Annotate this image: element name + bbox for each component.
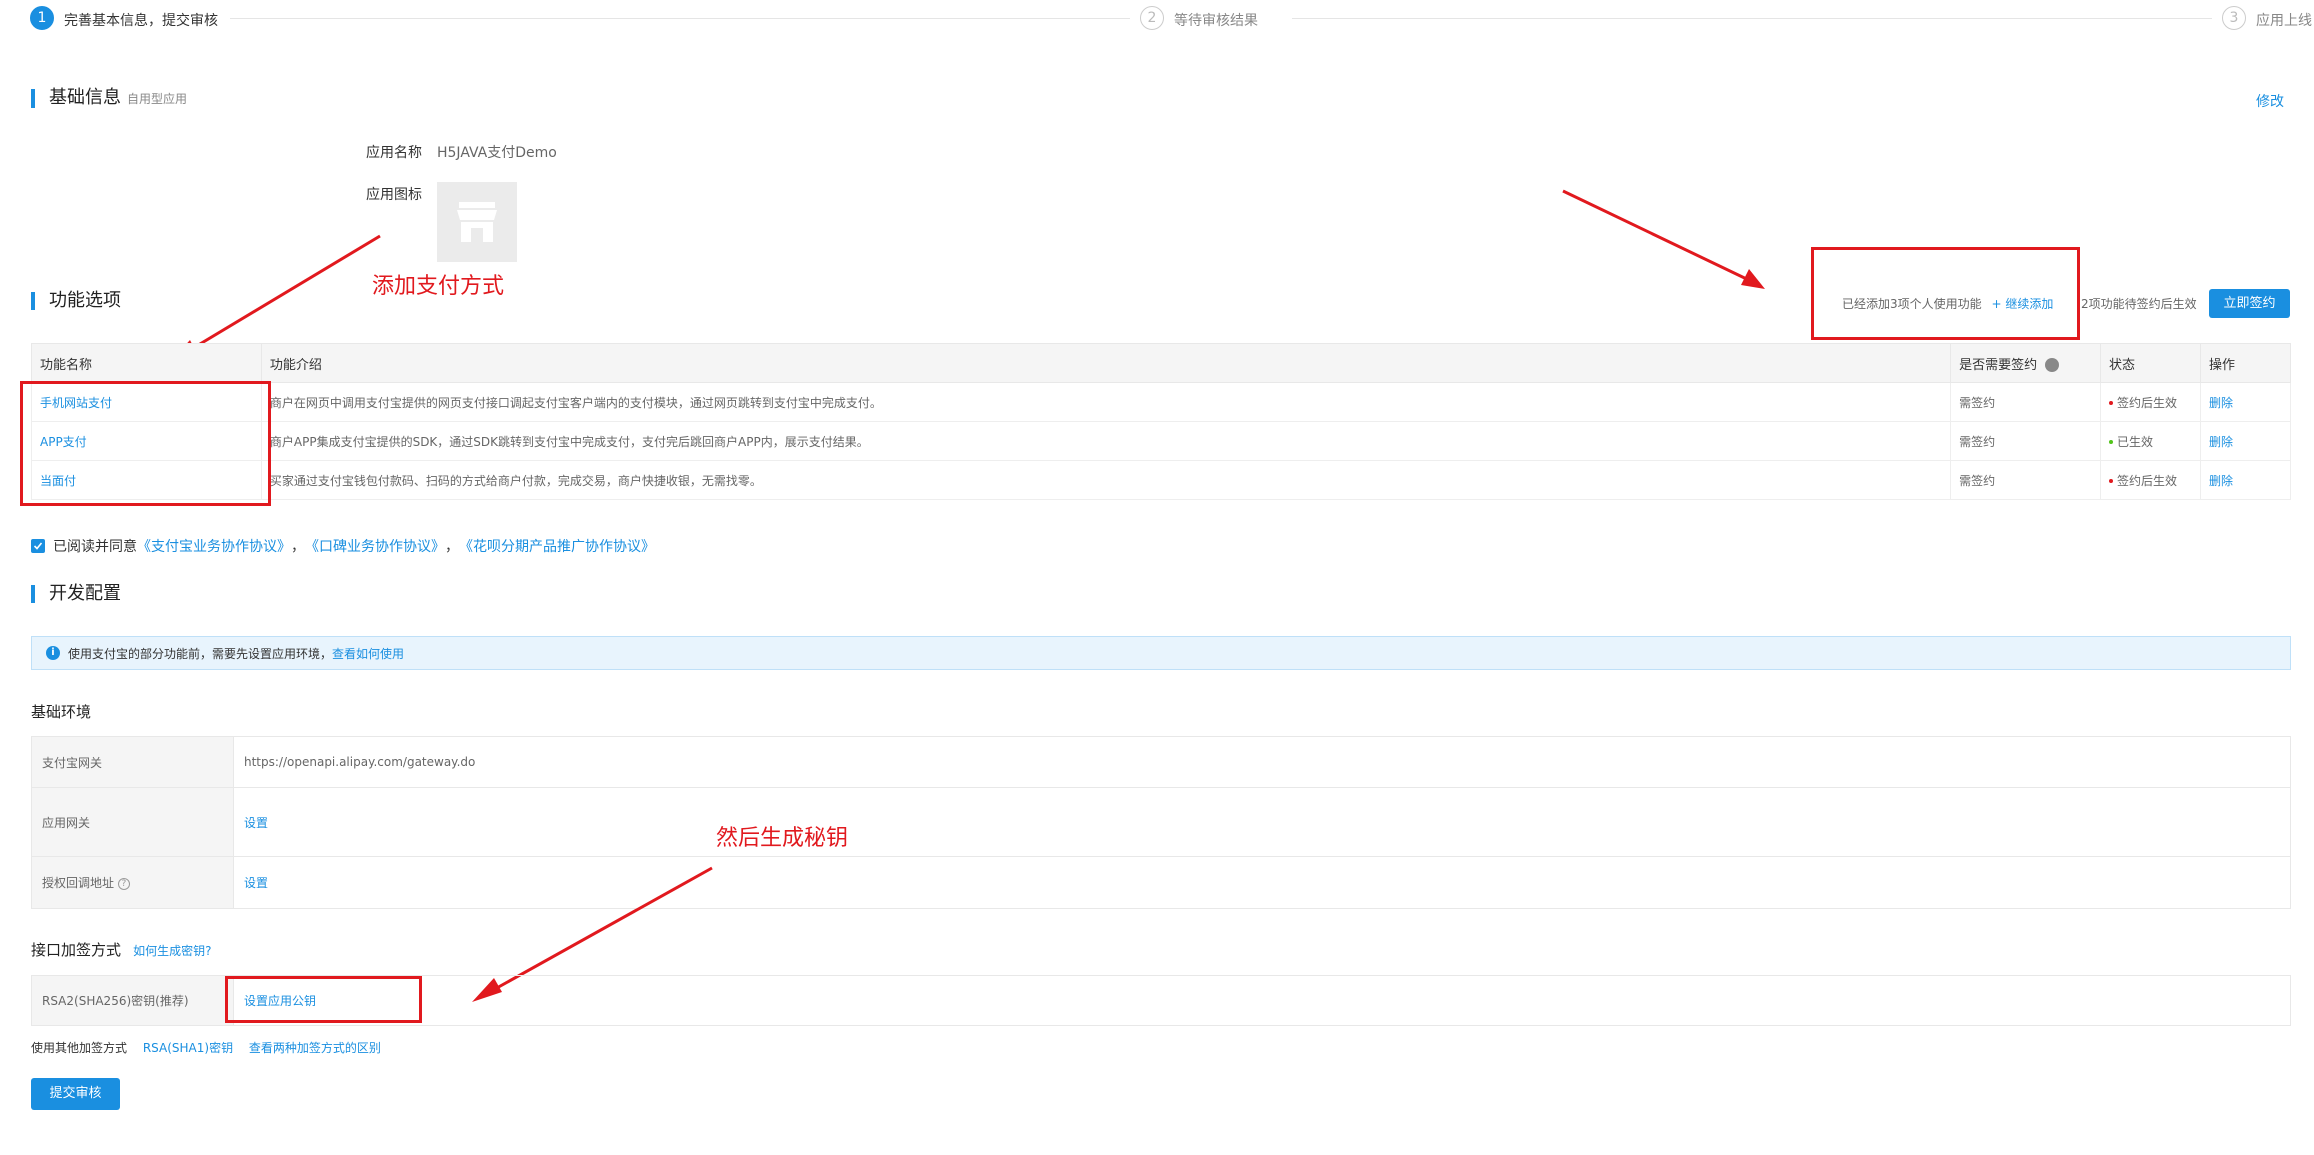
col-header-desc: 功能介绍 (260, 343, 1952, 383)
status-text: 签约后生效 (2117, 473, 2178, 488)
step-connector (1292, 18, 2212, 19)
sign-method-header: 接口加签方式 如何生成密钥? (31, 939, 212, 960)
function-desc: 买家通过支付宝钱包付款码、扫码的方式给商户付款，完成交易，商户快捷收银，无需找零… (260, 460, 1952, 500)
table-row: 应用网关 设置 (31, 787, 2291, 857)
env-key: 授权回调地址 (42, 876, 115, 890)
function-options-title: 功能选项 (31, 292, 121, 310)
agree-checkbox[interactable] (31, 539, 45, 553)
function-desc: 商户APP集成支付宝提供的SDK，通过SDK跳转到支付宝中完成支付，支付完后跳回… (260, 421, 1952, 461)
alipay-agreement-link[interactable]: 《支付宝业务协作协议》 (137, 536, 291, 556)
table-row: 授权回调地址 ? 设置 (31, 856, 2291, 909)
edit-link[interactable]: 修改 (2256, 91, 2284, 111)
status-dot-icon (2109, 440, 2114, 444)
function-desc: 商户在网页中调用支付宝提供的网页支付接口调起支付宝客户端内的支付模块，通过网页跳… (260, 382, 1952, 422)
sign-required: 需签约 (1950, 421, 2102, 461)
rsa-sha1-link[interactable]: RSA(SHA1)密钥 (143, 1041, 233, 1055)
store-icon (457, 202, 497, 242)
continue-add-link[interactable]: + 继续添加 (1991, 297, 2053, 311)
table-row: APP支付 商户APP集成支付宝提供的SDK，通过SDK跳转到支付宝中完成支付，… (31, 421, 2291, 461)
sign-key: RSA2(SHA256)密钥(推荐) (31, 975, 234, 1026)
app-type-subtitle: 自用型应用 (127, 92, 188, 106)
annotation-arrow-icon (1562, 189, 1765, 289)
sign-required: 需签约 (1950, 460, 2102, 500)
step-1-number: 1 (30, 6, 54, 30)
annotation-highlight-box (1811, 247, 2080, 340)
step-3-number: 3 (2222, 6, 2246, 30)
how-to-use-link[interactable]: 查看如何使用 (332, 645, 404, 662)
status-text: 已生效 (2117, 434, 2154, 449)
check-icon (33, 542, 43, 550)
env-table: 支付宝网关 https://openapi.alipay.com/gateway… (31, 736, 2291, 909)
separator: ， (291, 539, 305, 555)
step-2-number: 2 (1140, 6, 1164, 30)
table-header-row: 功能名称 功能介绍 是否需要签约 状态 操作 (31, 343, 2291, 383)
added-count-text: 已经添加3项个人使用功能 (1842, 297, 1982, 311)
gateway-url: https://openapi.alipay.com/gateway.do (233, 736, 2291, 788)
basic-info-title: 基础信息 自用型应用 (31, 89, 187, 108)
env-title: 基础环境 (31, 703, 92, 721)
question-icon[interactable]: ? (117, 877, 130, 890)
env-key-with-help: 授权回调地址 ? (31, 856, 234, 909)
status-cell: 已生效 (2100, 421, 2202, 461)
step-1-label: 完善基本信息，提交审核 (64, 13, 218, 29)
callback-set-link[interactable]: 设置 (244, 876, 268, 890)
sign-now-button[interactable]: 立即签约 (2209, 289, 2290, 318)
separator: ， (445, 539, 459, 555)
step-3-label: 应用上线 (2256, 13, 2312, 29)
env-key: 应用网关 (31, 787, 234, 857)
table-row: 支付宝网关 https://openapi.alipay.com/gateway… (31, 736, 2291, 788)
other-sign-label: 使用其他加签方式 (31, 1041, 128, 1055)
dev-config-title: 开发配置 (31, 585, 121, 603)
col-header-name: 功能名称 (31, 343, 262, 383)
koubei-agreement-link[interactable]: 《口碑业务协作协议》 (305, 536, 445, 556)
annotation-highlight-box (225, 976, 422, 1023)
col-header-status: 状态 (2100, 343, 2202, 383)
col-header-sign: 是否需要签约 (1950, 343, 2102, 383)
submit-review-button[interactable]: 提交审核 (31, 1078, 120, 1110)
help-icon[interactable] (2045, 358, 2060, 372)
agree-text: 已阅读并同意 (53, 539, 137, 555)
app-icon-label: 应用图标 (366, 187, 422, 203)
env-key: 支付宝网关 (31, 736, 234, 788)
compare-sign-link[interactable]: 查看两种加签方式的区别 (249, 1041, 381, 1055)
how-to-generate-key-link[interactable]: 如何生成密钥? (133, 944, 211, 958)
col-header-sign-text: 是否需要签约 (1959, 357, 2038, 373)
app-name-value: H5JAVA支付Demo (437, 145, 557, 161)
annotation-gen-key: 然后生成秘钥 (716, 826, 849, 851)
progress-steps: 1 完善基本信息，提交审核 2 等待审核结果 3 应用上线 (30, 6, 2312, 34)
status-text: 签约后生效 (2117, 395, 2178, 410)
status-cell: 签约后生效 (2100, 382, 2202, 422)
agreement-row: 已阅读并同意 《支付宝业务协作协议》， 《口碑业务协作协议》， 《花呗分期产品推… (31, 536, 655, 556)
app-name-label: 应用名称 (366, 145, 422, 161)
info-icon: i (46, 646, 60, 660)
col-header-op: 操作 (2200, 343, 2291, 383)
huabei-agreement-link[interactable]: 《花呗分期产品推广协作协议》 (459, 536, 655, 556)
sign-method-title: 接口加签方式 (31, 941, 122, 959)
annotation-highlight-box (20, 381, 271, 506)
table-row: 当面付 买家通过支付宝钱包付款码、扫码的方式给商户付款，完成交易，商户快捷收银，… (31, 460, 2291, 500)
delete-link[interactable]: 删除 (2209, 396, 2233, 410)
info-text: 使用支付宝的部分功能前，需要先设置应用环境， (68, 646, 333, 661)
status-cell: 签约后生效 (2100, 460, 2202, 500)
pending-sign-text: 2项功能待签约后生效 (2081, 297, 2197, 311)
other-sign-row: 使用其他加签方式 RSA(SHA1)密钥 查看两种加签方式的区别 (31, 1039, 381, 1056)
info-notice: i 使用支付宝的部分功能前，需要先设置应用环境， 查看如何使用 (31, 636, 2291, 670)
basic-info-title-text: 基础信息 (49, 87, 121, 108)
function-table: 功能名称 功能介绍 是否需要签约 状态 操作 手机网站支付 商户在网页中调用支付… (31, 343, 2291, 500)
sign-required: 需签约 (1950, 382, 2102, 422)
delete-link[interactable]: 删除 (2209, 435, 2233, 449)
table-row: 手机网站支付 商户在网页中调用支付宝提供的网页支付接口调起支付宝客户端内的支付模… (31, 382, 2291, 422)
added-functions-text: 已经添加3项个人使用功能 + 继续添加 (1842, 295, 2053, 312)
delete-link[interactable]: 删除 (2209, 474, 2233, 488)
step-2-label: 等待审核结果 (1174, 13, 1258, 29)
app-gateway-set-link[interactable]: 设置 (244, 816, 268, 830)
status-dot-icon (2109, 479, 2114, 483)
app-icon (437, 182, 517, 262)
status-dot-icon (2109, 401, 2114, 405)
annotation-add-payment: 添加支付方式 (372, 274, 505, 299)
step-connector (230, 18, 1130, 19)
